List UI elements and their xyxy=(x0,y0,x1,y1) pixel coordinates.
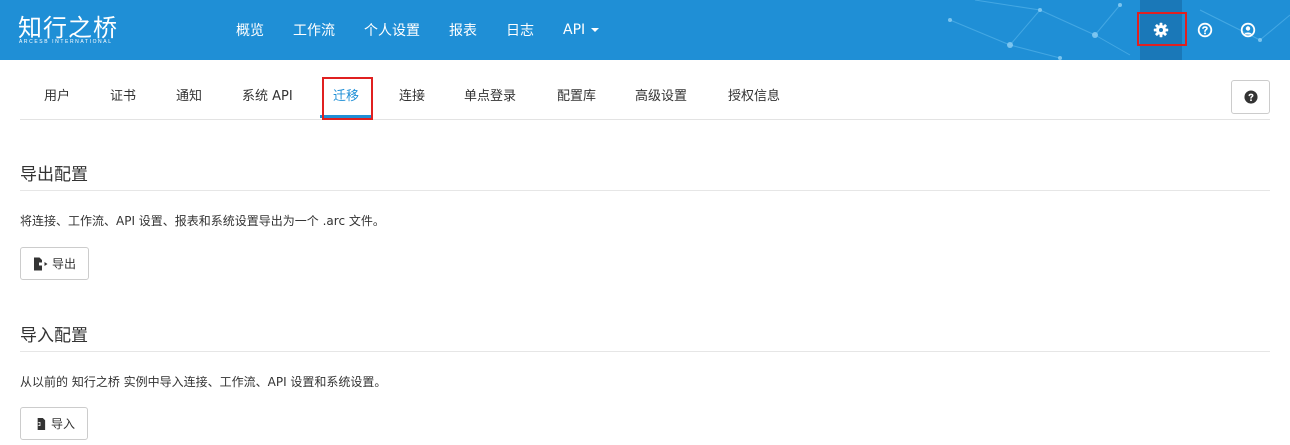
nav-logs[interactable]: 日志 xyxy=(506,20,534,40)
export-button-label: 导出 xyxy=(51,257,76,271)
tab-users[interactable]: 用户 xyxy=(44,78,70,118)
user-account-button[interactable] xyxy=(1235,17,1261,43)
export-section-divider xyxy=(20,190,1270,191)
main-nav: 概览 工作流 个人设置 报表 日志 API xyxy=(236,0,628,60)
import-section-title: 导入配置 xyxy=(20,326,88,346)
nav-reports[interactable]: 报表 xyxy=(449,20,477,40)
file-export-icon xyxy=(33,257,48,270)
nav-overview[interactable]: 概览 xyxy=(236,20,264,40)
help-menu-button[interactable] xyxy=(1192,17,1218,43)
nav-profile[interactable]: 个人设置 xyxy=(364,20,420,40)
brand-name: 知行之桥 xyxy=(18,14,118,42)
import-description: 从以前的 知行之桥 实例中导入连接、工作流、API 设置和系统设置。 xyxy=(20,375,387,389)
export-button[interactable]: 导出 xyxy=(20,247,89,280)
highlight-box-settings xyxy=(1137,12,1187,46)
file-import-icon xyxy=(33,417,46,430)
import-button[interactable]: 导入 xyxy=(20,407,88,440)
nav-workflow[interactable]: 工作流 xyxy=(293,20,335,40)
tab-sso[interactable]: 单点登录 xyxy=(464,78,516,118)
export-description: 将连接、工作流、API 设置、报表和系统设置导出为一个 .arc 文件。 xyxy=(20,214,385,228)
question-circle-icon xyxy=(1243,90,1258,104)
top-header: 知行之桥 ARCESB INTERNATIONAL 概览 工作流 个人设置 报表… xyxy=(0,0,1290,60)
caret-down-icon xyxy=(591,28,600,32)
tab-advanced[interactable]: 高级设置 xyxy=(635,78,687,118)
import-button-label: 导入 xyxy=(50,417,75,431)
tab-system-api[interactable]: 系统 API xyxy=(242,78,293,118)
settings-tabs: 用户 证书 通知 系统 API 迁移 连接 单点登录 配置库 高级设置 授权信息 xyxy=(20,78,1270,120)
highlight-box-migration-tab xyxy=(322,77,373,120)
page-help-button[interactable] xyxy=(1231,80,1270,114)
user-circle-icon xyxy=(1240,22,1256,38)
question-circle-icon xyxy=(1197,22,1213,38)
tab-license[interactable]: 授权信息 xyxy=(728,78,780,118)
tab-config-repo[interactable]: 配置库 xyxy=(557,78,596,118)
network-background-graphic xyxy=(948,0,1290,60)
tab-notifications[interactable]: 通知 xyxy=(176,78,202,118)
tab-connections[interactable]: 连接 xyxy=(399,78,425,118)
nav-api-dropdown[interactable]: API xyxy=(563,22,600,38)
brand-subtitle: ARCESB INTERNATIONAL xyxy=(19,39,113,45)
export-section-title: 导出配置 xyxy=(20,165,88,185)
import-section-divider xyxy=(20,351,1270,352)
brand-logo[interactable]: 知行之桥 ARCESB INTERNATIONAL xyxy=(18,8,118,50)
tab-certificates[interactable]: 证书 xyxy=(110,78,136,118)
